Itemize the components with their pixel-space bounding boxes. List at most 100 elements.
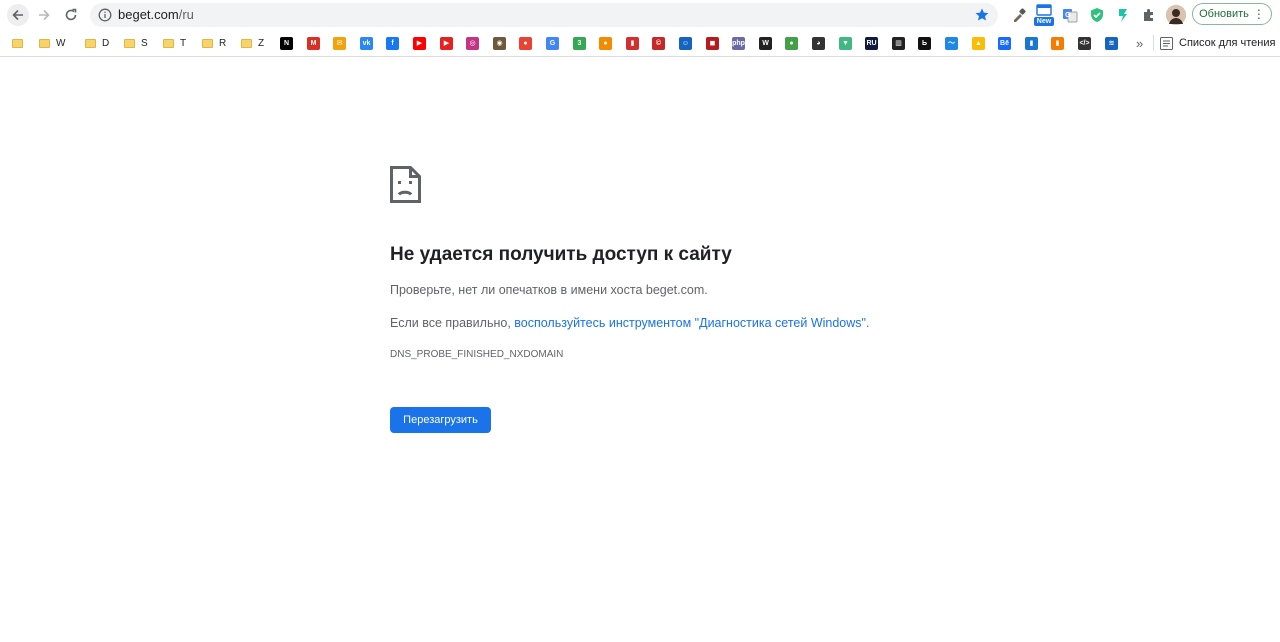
ru-icon: RU <box>865 36 878 50</box>
php-icon: php <box>732 36 745 50</box>
drive-icon: ▲ <box>972 36 985 50</box>
avatar[interactable] <box>1166 5 1186 25</box>
wave-icon: 〜 <box>945 36 958 50</box>
bookmarks-bar: W D S T R Z N M ✉ vk f ▶ ▶ ◎ ◉ ● G 3 ● ▮ © ☺ ◼ php W ● ◕ ▼ RU ▥ Ь 〜 ▲ Bē ▮… <box>0 30 1280 57</box>
eye-icon: ◉ <box>493 36 506 50</box>
bookmark-folder[interactable]: Z <box>241 35 264 51</box>
bookmark-instagram[interactable]: ◎ <box>466 35 479 51</box>
copyright-icon: © <box>652 36 665 50</box>
bookmark-youtube[interactable]: ▶ <box>413 35 426 51</box>
bookmark-mail[interactable]: ✉ <box>333 35 346 51</box>
game-icon: ◼ <box>706 36 719 50</box>
bookmark-drive[interactable]: ▲ <box>972 35 985 51</box>
bookmarks-divider <box>1153 35 1154 51</box>
reload-button[interactable]: Перезагрузить <box>390 407 491 433</box>
mail-icon: ✉ <box>333 36 346 50</box>
error-code: DNS_PROBE_FINISHED_NXDOMAIN <box>390 349 564 360</box>
bookmark-robot[interactable]: ☺ <box>679 35 692 51</box>
folder-icon <box>12 38 23 48</box>
folder-icon <box>85 38 96 48</box>
bookmark-folder[interactable]: D <box>85 35 109 51</box>
new-extension-icon[interactable]: New <box>1034 4 1054 26</box>
bookmark-game[interactable]: ◼ <box>706 35 719 51</box>
bookmark-label: W <box>56 37 66 49</box>
bookmark-chart[interactable]: ▮ <box>1051 35 1064 51</box>
bookmark-vue[interactable]: ▼ <box>839 35 852 51</box>
bookmark-folder[interactable]: R <box>202 35 226 51</box>
network-diagnostics-link[interactable]: воспользуйтесь инструментом "Диагностика… <box>514 316 866 330</box>
bookmark-maps-pin[interactable]: ● <box>519 35 532 51</box>
url-host: beget.com <box>118 7 179 22</box>
bars-icon: ▮ <box>1025 36 1038 50</box>
bookmark-code[interactable]: </> <box>1078 35 1091 51</box>
vpn-extension-icon[interactable] <box>1114 6 1132 24</box>
bookmark-behance[interactable]: Bē <box>998 35 1011 51</box>
reading-list-label: Список для чтения <box>1179 37 1276 49</box>
eyedropper-extension-icon[interactable] <box>1010 6 1028 24</box>
bookmark-gmail[interactable]: M <box>307 35 320 51</box>
bookmark-basketball[interactable]: ● <box>599 35 612 51</box>
arrow-left-icon <box>12 9 23 21</box>
bookmark-folder[interactable] <box>12 35 29 51</box>
update-browser-button[interactable]: Обновить ⋮ <box>1192 3 1272 25</box>
forward-button[interactable] <box>33 4 55 26</box>
wifi-icon: ≋ <box>1105 36 1118 50</box>
folder-icon <box>163 38 174 48</box>
bookmark-w[interactable]: W <box>759 35 772 51</box>
reading-list-icon <box>1160 36 1173 50</box>
bookmark-php[interactable]: php <box>732 35 745 51</box>
bookmark-copyright[interactable]: © <box>652 35 665 51</box>
reading-list-button[interactable]: Список для чтения <box>1160 35 1275 51</box>
bookmark-ru[interactable]: RU <box>865 35 878 51</box>
bookmark-green-dot[interactable]: ● <box>785 35 798 51</box>
analytics-icon: ▮ <box>626 36 639 50</box>
bookmark-wave[interactable]: 〜 <box>945 35 958 51</box>
error-check-text: Проверьте, нет ли опечатков в имени хост… <box>390 283 708 297</box>
bookmark-archive[interactable]: ▥ <box>892 35 905 51</box>
svg-text:G: G <box>1065 12 1071 19</box>
bookmark-vk[interactable]: vk <box>360 35 373 51</box>
bookmarks-overflow-button[interactable]: » <box>1136 35 1143 51</box>
bookmark-facebook[interactable]: f <box>386 35 399 51</box>
translate-extension-icon[interactable]: G <box>1061 6 1079 24</box>
bookmark-translate[interactable]: G <box>546 35 559 51</box>
puzzle-extensions-icon[interactable] <box>1140 6 1158 24</box>
vk-icon: vk <box>360 36 373 50</box>
vue-icon: ▼ <box>839 36 852 50</box>
bookmark-star-icon[interactable] <box>974 7 990 23</box>
bookmark-eye[interactable]: ◉ <box>493 35 506 51</box>
chart-icon: ▮ <box>1051 36 1064 50</box>
back-button[interactable] <box>7 4 29 26</box>
folder-icon <box>124 38 135 48</box>
update-label: Обновить <box>1199 8 1249 20</box>
bookmark-folder[interactable]: W <box>39 35 65 51</box>
bookmark-label: T <box>180 37 187 49</box>
maps-pin-icon: ● <box>519 36 532 50</box>
bookmark-three[interactable]: 3 <box>573 35 586 51</box>
more-vert-icon: ⋮ <box>1252 7 1265 21</box>
info-icon[interactable] <box>98 8 112 22</box>
youtube-music-icon: ▶ <box>440 36 453 50</box>
bookmark-label: R <box>219 37 227 49</box>
bookmark-bars[interactable]: ▮ <box>1025 35 1038 51</box>
url-text[interactable]: beget.com/ru <box>118 8 194 22</box>
bookmark-youtube-music[interactable]: ▶ <box>440 35 453 51</box>
w-icon: W <box>759 36 772 50</box>
bookmark-folder[interactable]: T <box>163 35 186 51</box>
error-suggestion: Если все правильно, воспользуйтесь инстр… <box>390 316 869 330</box>
bookmark-wifi[interactable]: ≋ <box>1105 35 1118 51</box>
bookmark-notion[interactable]: N <box>280 35 293 51</box>
bookmark-b[interactable]: Ь <box>918 35 931 51</box>
address-bar[interactable]: beget.com/ru <box>90 3 998 27</box>
bookmark-label: Z <box>258 37 265 49</box>
reload-page-button[interactable] <box>60 4 82 26</box>
suggestion-suffix: . <box>865 316 870 330</box>
bookmark-panda[interactable]: ◕ <box>812 35 825 51</box>
panda-icon: ◕ <box>812 36 825 50</box>
bookmark-folder[interactable]: S <box>124 35 148 51</box>
bookmark-analytics[interactable]: ▮ <box>626 35 639 51</box>
error-title: Не удается получить доступ к сайту <box>390 244 732 265</box>
facebook-icon: f <box>386 36 399 50</box>
bookmark-label: S <box>141 37 148 49</box>
shield-extension-icon[interactable] <box>1088 6 1106 24</box>
